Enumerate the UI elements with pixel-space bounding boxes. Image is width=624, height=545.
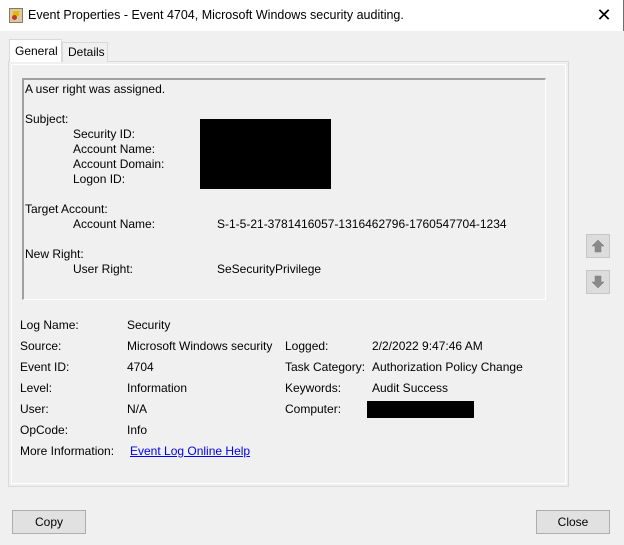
log-name-label: Log Name: (20, 318, 79, 332)
user-label: User: (20, 402, 49, 416)
new-right-heading: New Right: (25, 247, 84, 261)
tab-general[interactable]: General (9, 39, 62, 62)
task-category-label: Task Category: (285, 360, 366, 374)
user-right-value: SeSecurityPrivilege (217, 262, 322, 276)
event-log-online-help-link[interactable]: Event Log Online Help (130, 444, 250, 458)
target-account-heading: Target Account: (25, 202, 108, 216)
title-bar: Event Properties - Event 4704, Microsoft… (0, 0, 624, 31)
user-right-label: User Right: (73, 262, 134, 276)
subject-security-id-label: Security ID: (73, 127, 136, 141)
target-account-name-value: S-1-5-21-3781416057-1316462796-176054770… (217, 217, 507, 231)
keywords-value: Audit Success (372, 381, 449, 395)
more-information-label: More Information: (20, 444, 115, 458)
previous-event-button[interactable] (586, 234, 610, 258)
arrow-up-icon (591, 239, 605, 253)
subject-account-domain-label: Account Domain: (73, 157, 165, 171)
close-button[interactable]: Close (536, 510, 610, 534)
arrow-down-icon (591, 275, 605, 289)
event-description-box[interactable]: A user right was assigned. Subject: Secu… (22, 78, 546, 300)
logged-label: Logged: (285, 339, 329, 353)
next-event-button[interactable] (586, 270, 610, 294)
task-category-value: Authorization Policy Change (372, 360, 523, 374)
source-value: Microsoft Windows security (127, 339, 273, 353)
level-value: Information (127, 381, 188, 395)
event-properties-icon (9, 8, 23, 23)
target-account-name-label: Account Name: (73, 217, 156, 231)
window-title: Event Properties - Event 4704, Microsoft… (28, 8, 404, 22)
subject-logon-id-label: Logon ID: (73, 172, 126, 186)
computer-label: Computer: (285, 402, 342, 416)
subject-heading: Subject: (25, 112, 69, 126)
keywords-label: Keywords: (285, 381, 342, 395)
redacted-subject-values (200, 119, 331, 189)
logged-value: 2/2/2022 9:47:46 AM (372, 339, 483, 353)
description-summary: A user right was assigned. (25, 82, 166, 96)
level-label: Level: (20, 381, 53, 395)
redacted-computer-value (367, 401, 474, 418)
source-label: Source: (20, 339, 62, 353)
close-icon[interactable]: ✕ (593, 5, 615, 25)
copy-button[interactable]: Copy (12, 510, 86, 534)
opcode-value: Info (127, 423, 148, 437)
tab-details[interactable]: Details (62, 42, 108, 62)
log-name-value: Security (127, 318, 171, 332)
user-value: N/A (127, 402, 148, 416)
subject-account-name-label: Account Name: (73, 142, 156, 156)
event-id-label: Event ID: (20, 360, 70, 374)
event-id-value: 4704 (127, 360, 154, 374)
opcode-label: OpCode: (20, 423, 69, 437)
